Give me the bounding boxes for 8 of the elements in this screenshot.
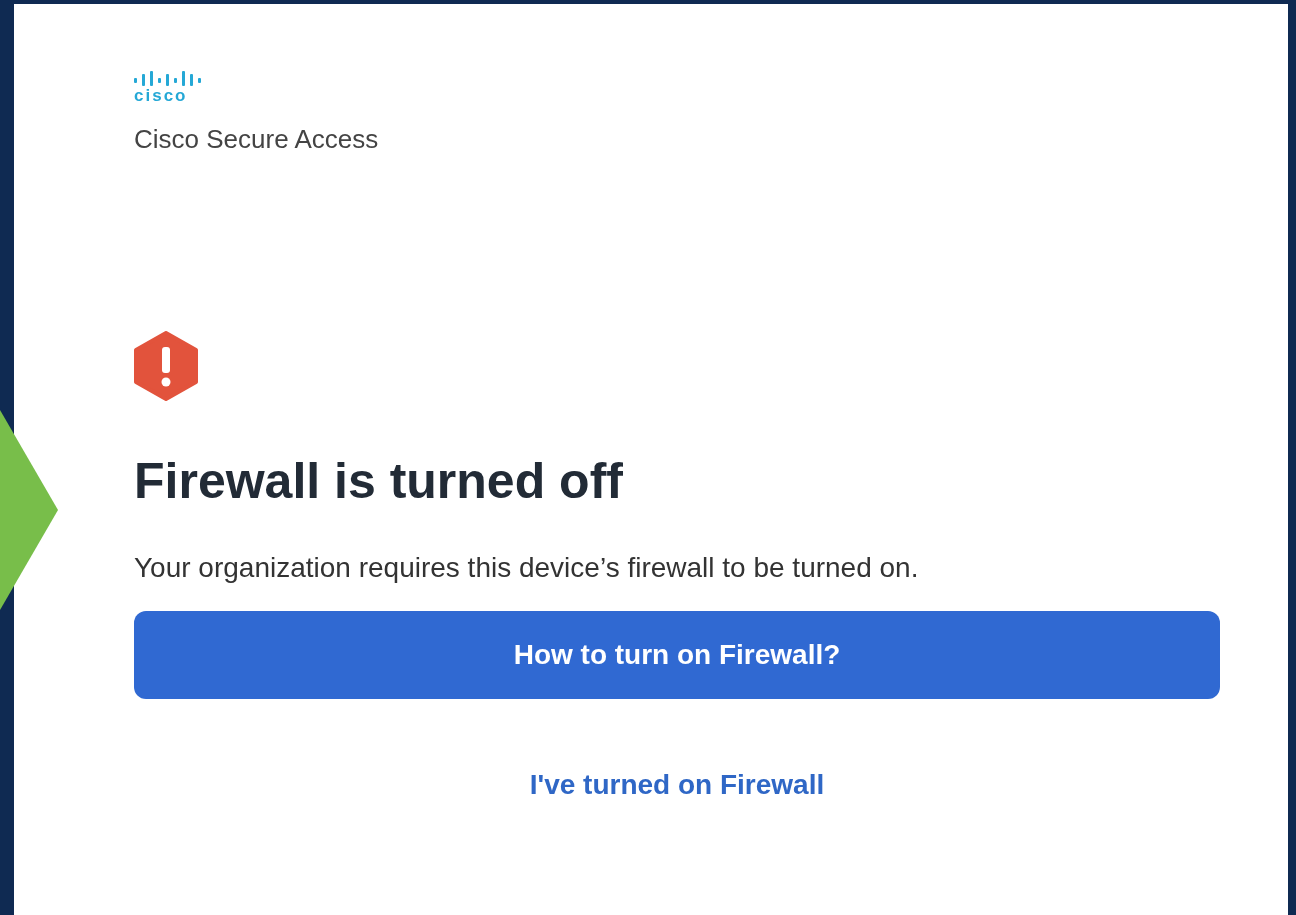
- app-name: Cisco Secure Access: [134, 124, 380, 155]
- alert-message: Your organization requires this device’s firewall to be turned on.: [134, 551, 920, 585]
- confirm-link[interactable]: I've turned on Firewall: [529, 769, 825, 801]
- alert-icon: [134, 331, 198, 401]
- alert-title: Firewall is turned off: [134, 452, 624, 511]
- help-button[interactable]: How to turn on Firewall?: [134, 611, 1220, 699]
- pointer-arrow-icon: [0, 410, 60, 610]
- logo-wordmark: cisco: [134, 86, 188, 106]
